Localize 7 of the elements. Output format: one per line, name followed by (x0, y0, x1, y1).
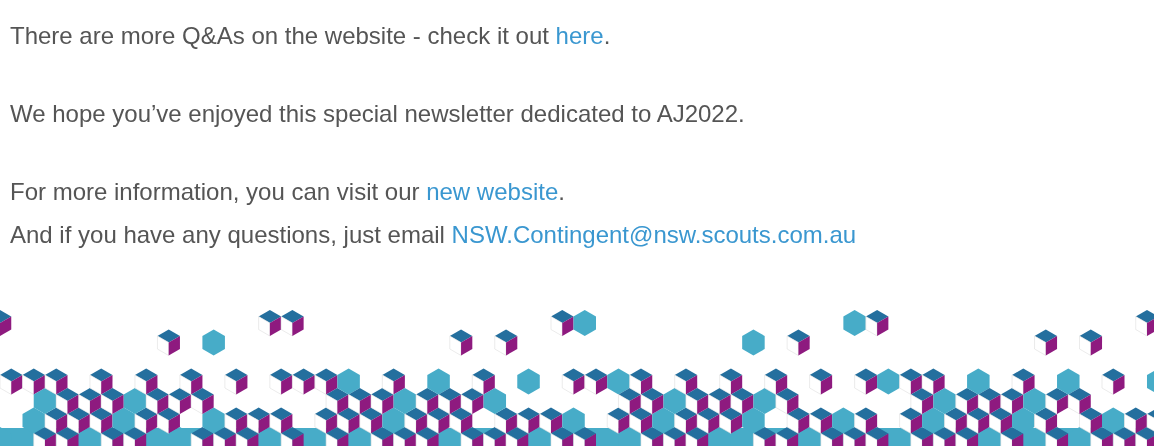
body-text: For more information, you can visit our new website. (10, 177, 566, 207)
body-text: There are more Q&As on the website - check it out here. (10, 21, 612, 51)
text-link[interactable]: new website (426, 178, 559, 205)
text-link[interactable]: NSW.Contingent@nsw.scouts.com.au (451, 221, 857, 248)
text-link[interactable]: here (555, 22, 604, 49)
body-text: We hope you’ve enjoyed this special newsletter dedicated to AJ2022. (10, 99, 746, 129)
body-text: And if you have any questions, just email NSW.Contingent@nsw.scouts.com.au (10, 220, 858, 250)
